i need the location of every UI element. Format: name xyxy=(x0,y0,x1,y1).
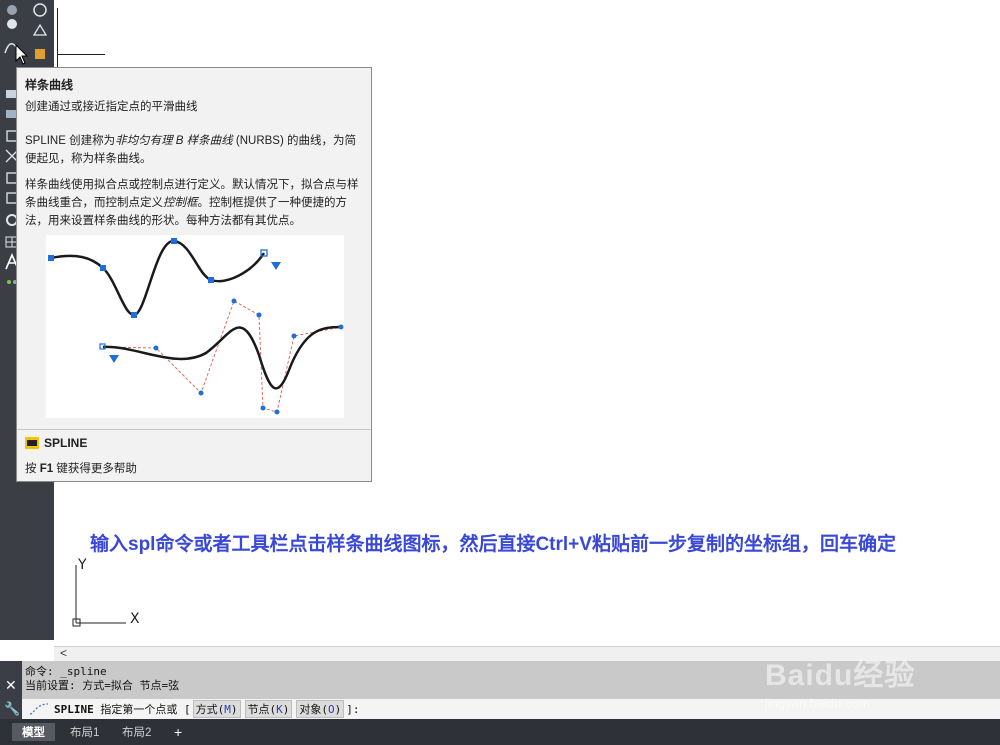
ucs-icon: Y X xyxy=(72,557,140,627)
command-icon xyxy=(25,437,39,449)
tangent-marker-icon xyxy=(271,262,281,270)
spline-illustration xyxy=(46,235,344,418)
tab-layout1[interactable]: 布局1 xyxy=(60,723,109,741)
ellipse-arc-icon[interactable] xyxy=(30,20,50,40)
command-history: 命令: _spline 当前设置: 方式=拟合 节点=弦 xyxy=(25,665,179,693)
prompt-text: 指定第一个点或 [ xyxy=(100,703,191,716)
ucs-y-label: Y xyxy=(77,557,87,573)
layout-tab-bar: 模型 布局1 布局2 + xyxy=(0,719,1000,745)
control-vertex xyxy=(231,298,237,304)
option-label: 节点( xyxy=(247,703,277,716)
control-vertex xyxy=(256,312,262,318)
mouse-pointer-icon xyxy=(15,44,29,65)
tab-model[interactable]: 模型 xyxy=(12,723,55,741)
ucs-x-label: X xyxy=(130,611,140,627)
fit-spline-curve xyxy=(50,239,266,317)
instruction-annotation: 输入spl命令或者工具栏点击样条曲线图标，然后直接Ctrl+V粘贴前一步复制的坐… xyxy=(90,534,896,555)
control-frame xyxy=(102,300,342,413)
tooltip-detail-italic: 控制框 xyxy=(163,197,198,209)
watermark-url: jingyan.baidu.com xyxy=(765,696,870,711)
tooltip-title: 样条曲线 xyxy=(25,78,74,92)
control-vertex xyxy=(153,345,159,351)
spline-command-icon xyxy=(29,703,49,715)
control-vertex xyxy=(291,333,297,339)
revcloud-icon[interactable] xyxy=(2,14,22,34)
option-method[interactable]: 方式(M) xyxy=(192,700,241,718)
history-line: 命令: _spline xyxy=(25,665,107,678)
tooltip-help-part: 键获得更多帮助 xyxy=(56,463,137,475)
control-vertex xyxy=(338,324,344,330)
fit-point xyxy=(208,277,214,283)
fit-point xyxy=(131,312,137,318)
history-line: 当前设置: 方式=拟合 节点=弦 xyxy=(25,679,180,692)
cv-spline-curve xyxy=(102,325,342,390)
tooltip-subtitle: 创建通过或接近指定点的平滑曲线 xyxy=(25,101,198,113)
option-key: O xyxy=(328,703,335,716)
tooltip-help: 按 F1 键获得更多帮助 xyxy=(25,460,137,476)
tooltip-help-part: 按 xyxy=(25,463,37,475)
tooltip-command-name: SPLINE xyxy=(44,436,88,450)
option-object[interactable]: 对象(O) xyxy=(296,700,345,718)
baidu-watermark: Baidu经验 jingyan.baidu.com xyxy=(765,650,965,720)
option-key: M xyxy=(224,703,231,716)
close-icon[interactable]: ✕ xyxy=(5,677,17,694)
control-vertex xyxy=(260,405,266,411)
control-vertex xyxy=(198,390,204,396)
circle-icon[interactable] xyxy=(30,0,50,20)
drawing-line xyxy=(57,8,58,68)
tab-layout2[interactable]: 布局2 xyxy=(112,723,161,741)
tangent-marker-icon xyxy=(109,355,119,363)
control-vertex xyxy=(274,409,280,415)
insert-block-icon[interactable] xyxy=(30,44,50,64)
option-key: K xyxy=(276,703,283,716)
customize-wrench-icon[interactable]: 🔧 xyxy=(4,701,20,717)
command-window-grip[interactable]: ✕ 🔧 xyxy=(0,661,22,719)
spline-tooltip: 样条曲线 创建通过或接近指定点的平滑曲线 SPLINE 创建称为非均匀有理 B … xyxy=(16,67,372,482)
watermark-logo: Baidu经验 xyxy=(765,659,916,692)
tooltip-description-italic: 非均匀有理 B 样条曲线 xyxy=(115,135,233,147)
tooltip-description-part: SPLINE 创建称为 xyxy=(25,135,116,147)
fit-point xyxy=(171,238,177,244)
fit-point xyxy=(100,265,106,271)
fit-point xyxy=(48,255,54,261)
prompt-command: SPLINE xyxy=(54,702,94,716)
drawing-line xyxy=(57,54,105,55)
tooltip-command: SPLINE xyxy=(25,436,87,450)
tooltip-help-key: F1 xyxy=(39,463,54,475)
prompt-end: ]: xyxy=(346,702,360,716)
tooltip-detail: 样条曲线使用拟合点或控制点进行定义。默认情况下，拟合点与样条曲线重合，而控制点定… xyxy=(25,176,365,230)
add-layout-button[interactable]: + xyxy=(164,723,192,741)
option-label: 方式( xyxy=(195,703,225,716)
scroll-left-arrow[interactable]: < xyxy=(60,646,67,660)
option-knots[interactable]: 节点(K) xyxy=(244,700,293,718)
tooltip-divider xyxy=(17,429,371,430)
option-label: 对象( xyxy=(299,703,328,716)
tooltip-description: SPLINE 创建称为非均匀有理 B 样条曲线 (NURBS) 的曲线，为简便起… xyxy=(25,132,365,168)
